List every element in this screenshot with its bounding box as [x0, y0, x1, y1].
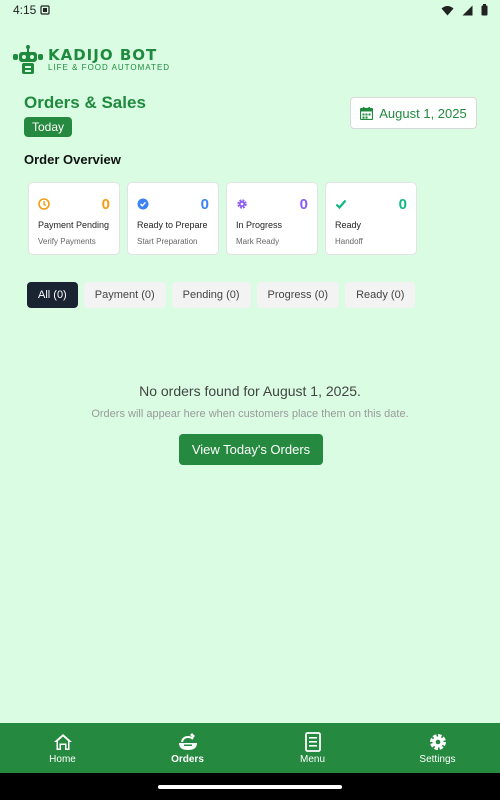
status-left: 4:15	[13, 3, 50, 17]
signal-icon	[462, 5, 473, 15]
bottom-nav: Home Orders Menu Settings	[0, 723, 500, 773]
card-subtitle: Start Preparation	[137, 237, 198, 246]
nav-label: Menu	[299, 753, 325, 765]
card-subtitle: Verify Payments	[38, 237, 96, 246]
clock-icon	[38, 198, 50, 210]
status-bar: 4:15	[0, 0, 500, 20]
wifi-icon	[441, 5, 454, 15]
system-navigation-bar	[0, 773, 500, 800]
today-badge: Today	[24, 117, 73, 137]
card-count: 0	[200, 195, 209, 213]
brand-logo: KADIJO BOT LIFE & FOOD AUTOMATED	[12, 44, 170, 76]
date-picker-button[interactable]: August 1, 2025	[350, 97, 477, 129]
empty-state-title: No orders found for August 1, 2025.	[139, 383, 361, 399]
nav-home[interactable]: Home	[0, 723, 125, 773]
check-icon	[335, 199, 347, 210]
home-gesture-handle[interactable]	[158, 785, 342, 789]
status-right	[441, 4, 488, 16]
card-count: 0	[299, 195, 308, 213]
empty-state-subtitle: Orders will appear here when customers p…	[91, 408, 409, 420]
gear-icon	[237, 199, 247, 209]
view-todays-orders-button[interactable]: View Today's Orders	[179, 434, 323, 465]
gear-icon	[429, 733, 446, 750]
calendar-icon	[360, 106, 374, 120]
card-payment-pending[interactable]: 0 Payment Pending Verify Payments	[28, 182, 120, 255]
battery-icon	[481, 4, 488, 16]
card-ready[interactable]: 0 Ready Handoff	[325, 182, 417, 255]
nav-label: Home	[49, 753, 76, 765]
notification-icon	[40, 5, 50, 15]
nav-menu[interactable]: Menu	[250, 723, 375, 773]
card-subtitle: Mark Ready	[236, 237, 280, 246]
brand-tagline: LIFE & FOOD AUTOMATED	[48, 63, 171, 72]
nav-orders[interactable]: Orders	[125, 723, 250, 773]
document-icon	[304, 731, 321, 752]
filter-progress[interactable]: Progress (0)	[256, 282, 340, 308]
date-label: August 1, 2025	[379, 105, 467, 121]
card-count: 0	[398, 195, 407, 213]
food-bowl-icon	[178, 732, 197, 750]
brand-text: KADIJO BOT LIFE & FOOD AUTOMATED	[48, 47, 170, 73]
brand-name: KADIJO BOT	[48, 46, 158, 64]
filter-payment[interactable]: Payment (0)	[83, 282, 166, 308]
card-title: Ready	[335, 220, 362, 230]
filter-chips: All (0) Payment (0) Pending (0) Progress…	[27, 282, 416, 308]
check-circle-icon	[137, 198, 149, 210]
section-title-overview: Order Overview	[24, 152, 121, 167]
filter-ready[interactable]: Ready (0)	[345, 282, 416, 308]
filter-pending[interactable]: Pending (0)	[171, 282, 251, 308]
filter-all[interactable]: All (0)	[27, 282, 78, 308]
card-count: 0	[101, 195, 110, 213]
card-title: In Progress	[236, 220, 283, 230]
status-time: 4:15	[13, 3, 37, 17]
nav-settings[interactable]: Settings	[375, 723, 500, 773]
nav-label: Orders	[171, 753, 204, 765]
page-title: Orders & Sales	[24, 93, 146, 112]
card-title: Ready to Prepare	[137, 220, 208, 230]
card-in-progress[interactable]: 0 In Progress Mark Ready	[226, 182, 318, 255]
nav-label: Settings	[419, 753, 456, 765]
robot-icon	[13, 45, 43, 74]
home-icon	[53, 733, 72, 750]
card-subtitle: Handoff	[335, 237, 363, 246]
card-title: Payment Pending	[38, 220, 110, 230]
card-ready-to-prepare[interactable]: 0 Ready to Prepare Start Preparation	[127, 182, 219, 255]
